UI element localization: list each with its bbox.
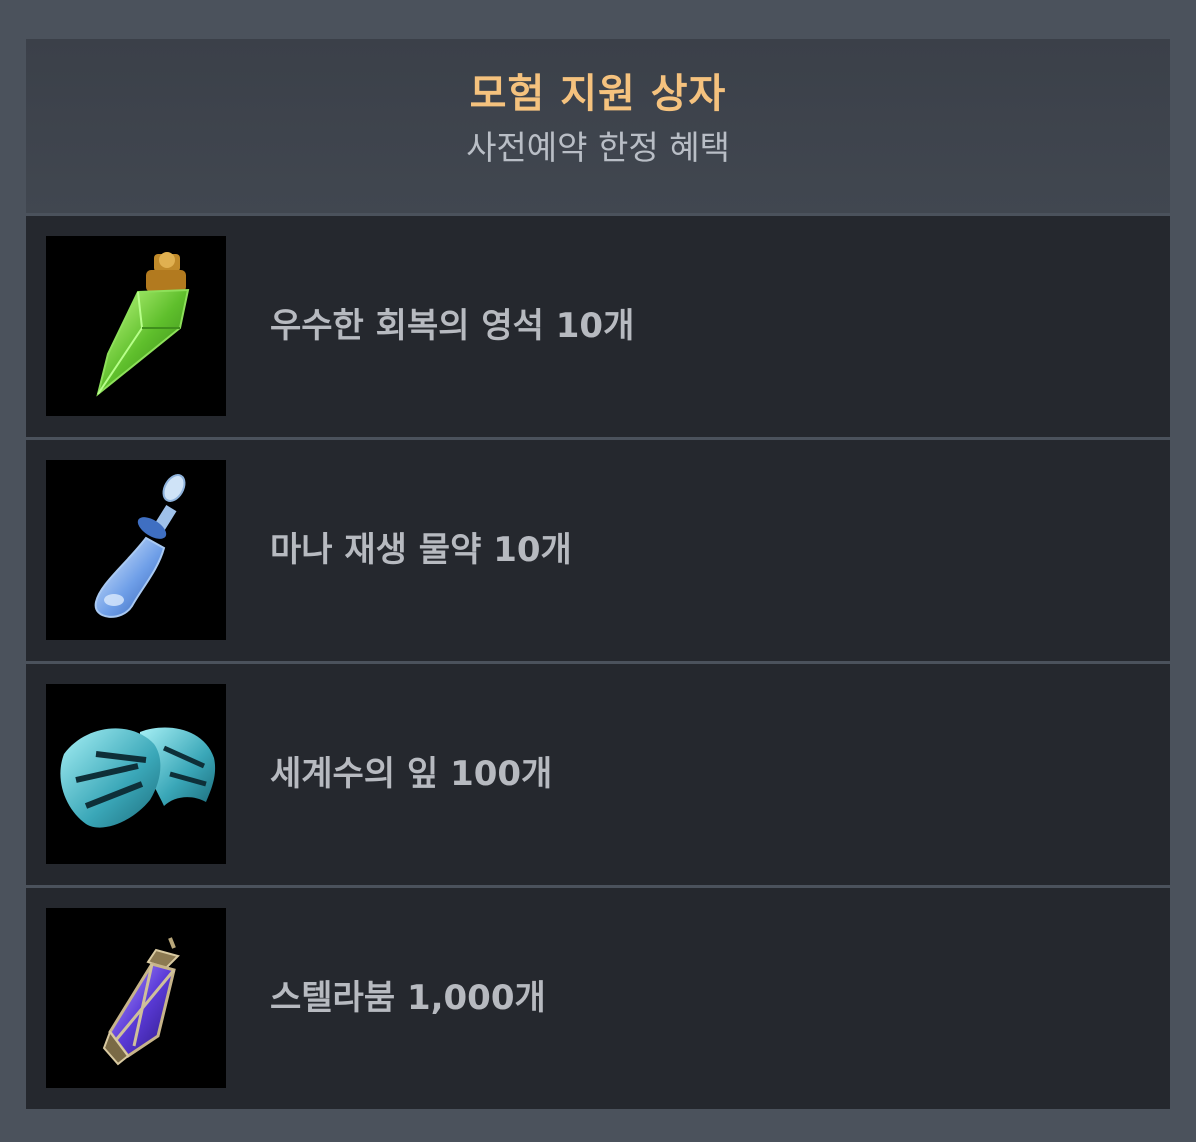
reward-item-label: 마나 재생 물약 10개 — [270, 530, 572, 570]
reward-item-label: 스텔라붐 1,000개 — [270, 978, 546, 1018]
blue-potion-vial-icon — [46, 460, 226, 640]
reward-item-row: 마나 재생 물약 10개 — [26, 440, 1170, 661]
reward-item-label: 세계수의 잎 100개 — [270, 754, 553, 794]
green-crystal-pendant-icon — [46, 236, 226, 416]
page-subtitle: 사전예약 한정 혜택 — [466, 128, 730, 167]
reward-item-row: 우수한 회복의 영석 10개 — [26, 216, 1170, 437]
reward-item-row: 세계수의 잎 100개 — [26, 664, 1170, 885]
page-title: 모험 지원 상자 — [469, 71, 727, 117]
purple-gem-lantern-icon — [46, 908, 226, 1088]
reward-item-row: 스텔라붐 1,000개 — [26, 888, 1170, 1109]
panel-header: 모험 지원 상자 사전예약 한정 혜택 — [26, 39, 1170, 213]
reward-item-label: 우수한 회복의 영석 10개 — [270, 306, 635, 346]
teal-leaf-icon — [46, 684, 226, 864]
reward-panel: 모험 지원 상자 사전예약 한정 혜택 우수한 회복의 영석 10개 마나 재생… — [26, 39, 1170, 1109]
